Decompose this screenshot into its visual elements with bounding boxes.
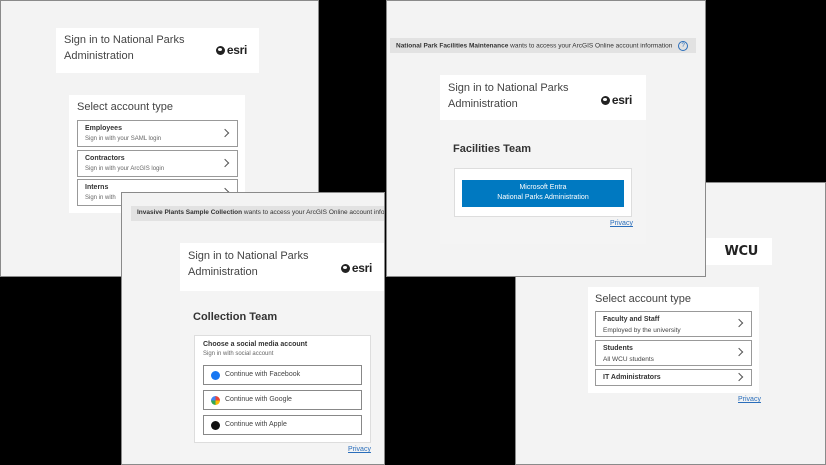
account-option-contractors[interactable]: Contractors Sign in with your ArcGIS log… xyxy=(77,150,238,177)
account-option-it-administrators[interactable]: IT Administrators xyxy=(595,369,752,386)
account-option-faculty-staff[interactable]: Faculty and Staff Employed by the univer… xyxy=(595,311,752,337)
wcu-logo: WCU xyxy=(724,244,758,259)
signin-card: Sign in to National Parks Administration… xyxy=(180,243,384,464)
signin-title: Sign in to National Parks Administration xyxy=(448,82,569,110)
continue-google-button[interactable]: Continue with Google xyxy=(203,390,362,410)
account-option-employees[interactable]: Employees Sign in with your SAML login xyxy=(77,120,238,147)
signin-body: Facilities Team Microsoft Entra National… xyxy=(440,120,646,244)
social-container: Choose a social media account Sign in wi… xyxy=(194,335,371,443)
chevron-right-icon xyxy=(220,158,230,167)
chevron-right-icon xyxy=(734,318,744,328)
account-option-students[interactable]: Students All WCU students xyxy=(595,340,752,366)
signin-header-card: Sign in to National Parks Administration… xyxy=(56,28,259,73)
signin-title: Sign in to National Parks Administration xyxy=(64,34,185,62)
esri-logo: esri xyxy=(215,43,247,57)
account-type-heading: Select account type xyxy=(595,293,692,305)
social-heading: Choose a social media account xyxy=(203,341,308,348)
globe-icon xyxy=(340,263,350,273)
wcu-account-type-card: Select account type Faculty and Staff Em… xyxy=(588,287,759,393)
esri-logo: esri xyxy=(340,261,372,275)
apple-icon xyxy=(211,421,220,430)
social-subheading: Sign in with social account xyxy=(203,351,274,357)
signin-title: Sign in to National Parks Administration xyxy=(188,250,309,278)
chevron-right-icon xyxy=(734,347,744,357)
privacy-link[interactable]: Privacy xyxy=(348,446,371,453)
account-type-heading: Select account type xyxy=(77,101,174,113)
app-access-banner: National Park Facilities Maintenance wan… xyxy=(390,38,696,53)
chevron-right-icon xyxy=(734,372,744,381)
continue-apple-button[interactable]: Continue with Apple xyxy=(203,415,362,435)
facebook-icon xyxy=(211,371,220,380)
microsoft-entra-button[interactable]: Microsoft Entra National Parks Administr… xyxy=(462,180,624,207)
collection-signin-panel: Invasive Plants Sample Collection wants … xyxy=(121,192,385,465)
privacy-link[interactable]: Privacy xyxy=(610,220,633,227)
facilities-signin-panel: National Park Facilities Maintenance wan… xyxy=(386,0,706,277)
globe-icon xyxy=(215,45,225,55)
privacy-link[interactable]: Privacy xyxy=(738,396,761,403)
help-icon[interactable]: ? xyxy=(678,41,689,51)
continue-facebook-button[interactable]: Continue with Facebook xyxy=(203,365,362,385)
team-heading: Collection Team xyxy=(193,311,278,323)
esri-logo: esri xyxy=(600,93,632,107)
globe-icon xyxy=(600,95,610,105)
chevron-right-icon xyxy=(220,128,230,137)
team-heading: Facilities Team xyxy=(453,143,532,155)
app-access-banner: Invasive Plants Sample Collection wants … xyxy=(131,206,384,221)
signin-card: Sign in to National Parks Administration… xyxy=(440,75,646,244)
idp-container: Microsoft Entra National Parks Administr… xyxy=(454,168,632,217)
google-icon xyxy=(211,396,220,405)
signin-body: Collection Team Choose a social media ac… xyxy=(180,291,384,464)
